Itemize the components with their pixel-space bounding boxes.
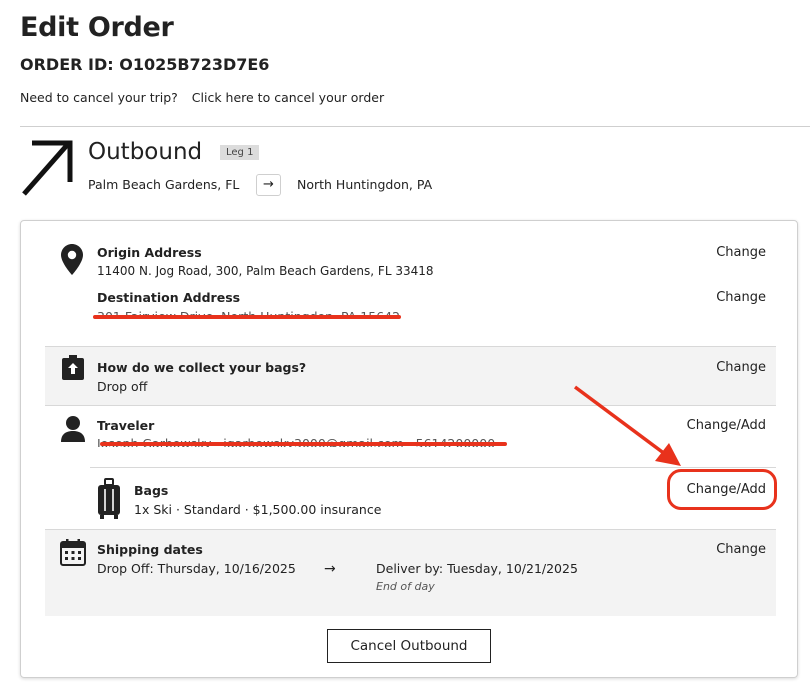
annotation-arrow-icon — [573, 385, 681, 466]
origin-address-label: Origin Address — [97, 245, 202, 260]
bags-label: Bags — [134, 483, 169, 498]
order-id: ORDER ID: O1025B723D7E6 — [20, 55, 270, 74]
package-upload-icon — [62, 355, 84, 380]
leg-origin-city: Palm Beach Gardens, FL — [88, 177, 240, 192]
date-arrow-icon: → — [324, 561, 336, 577]
redaction-strike — [93, 315, 401, 319]
origin-change-link[interactable]: Change — [716, 245, 766, 260]
collection-value: Drop off — [97, 379, 148, 394]
calendar-icon — [60, 539, 86, 566]
drop-off-date: Drop Off: Thursday, 10/16/2025 — [97, 561, 296, 576]
destination-change-link[interactable]: Change — [716, 290, 766, 305]
bags-value: 1x Ski · Standard · $1,500.00 insurance — [134, 502, 382, 517]
location-pin-icon — [61, 244, 83, 275]
collection-change-link[interactable]: Change — [716, 360, 766, 375]
shipping-change-link[interactable]: Change — [716, 542, 766, 557]
shipping-section: Shipping dates Drop Off: Thursday, 10/16… — [45, 529, 776, 616]
leg-destination-city: North Huntingdon, PA — [297, 177, 433, 192]
traveler-label: Traveler — [97, 418, 155, 433]
leg-badge: Leg 1 — [220, 145, 260, 160]
cancel-outbound-button[interactable]: Cancel Outbound — [327, 629, 491, 663]
deliver-by-date: Deliver by: Tuesday, 10/21/2025 — [376, 561, 578, 576]
traveler-change-add-link[interactable]: Change/Add — [687, 418, 766, 433]
luggage-icon — [98, 478, 120, 519]
leg-title: Outbound — [88, 139, 203, 165]
redaction-strike — [100, 442, 507, 446]
route-arrow-icon: → — [256, 174, 281, 196]
cancel-trip-row: Need to cancel your trip? Click here to … — [20, 90, 384, 105]
header-divider — [20, 126, 810, 127]
page-title: Edit Order — [20, 12, 174, 43]
collection-label: How do we collect your bags? — [97, 360, 307, 375]
deliver-by-note: End of day — [376, 580, 435, 593]
order-details-card: Origin Address 11400 N. Jog Road, 300, P… — [20, 220, 798, 678]
shipping-dates-label: Shipping dates — [97, 542, 203, 557]
cancel-order-link[interactable]: Click here to cancel your order — [192, 90, 384, 105]
destination-address-label: Destination Address — [97, 290, 241, 305]
outbound-arrow-icon — [22, 140, 73, 196]
address-section: Origin Address 11400 N. Jog Road, 300, P… — [45, 231, 776, 346]
person-icon — [61, 416, 85, 442]
cancel-trip-prompt: Need to cancel your trip? — [20, 90, 178, 105]
highlight-circle-annotation — [667, 469, 777, 510]
origin-address-value: 11400 N. Jog Road, 300, Palm Beach Garde… — [97, 264, 434, 278]
